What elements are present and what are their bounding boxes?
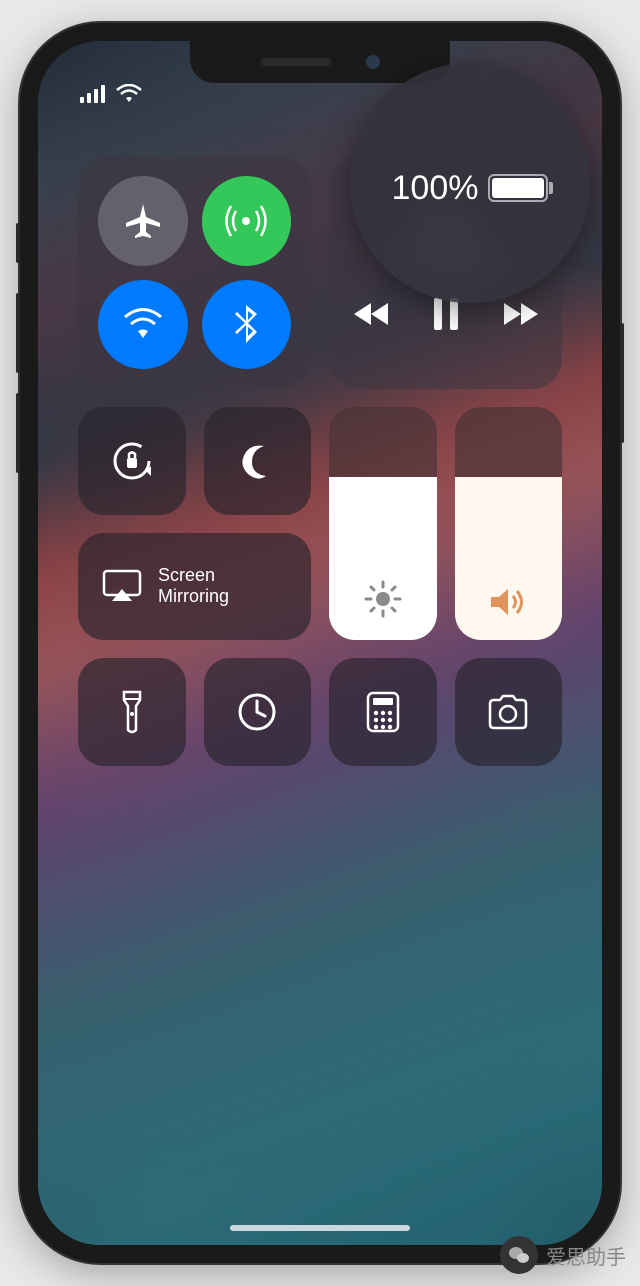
timer-button[interactable] [204,658,312,766]
brightness-icon [364,580,402,618]
battery-icon [488,174,548,202]
notch [190,41,450,83]
screen-mirroring-label-2: Mirroring [158,586,229,608]
previous-track-button[interactable] [354,301,390,327]
bluetooth-icon [233,303,259,345]
battery-percent-text: 100% [392,169,479,208]
connectivity-group[interactable] [78,156,311,389]
orientation-lock-icon [109,438,155,484]
orientation-lock-toggle[interactable] [78,407,186,515]
wechat-icon [500,1236,538,1274]
moon-icon [238,442,276,480]
airplay-icon [102,569,142,603]
volume-icon [489,586,527,618]
airplane-mode-toggle[interactable] [98,176,188,266]
camera-button[interactable] [455,658,563,766]
signal-icon [80,85,108,103]
brightness-slider[interactable] [329,407,437,640]
wifi-icon [121,306,165,342]
airplane-icon [122,200,164,242]
camera-icon [486,694,530,730]
home-indicator[interactable] [230,1225,410,1231]
watermark: 爱思助手 [500,1236,626,1274]
watermark-text: 爱思助手 [546,1241,626,1270]
flashlight-button[interactable] [78,658,186,766]
calculator-button[interactable] [329,658,437,766]
screen: 100% 100% [38,41,602,1245]
timer-icon [236,691,278,733]
cellular-antenna-icon [224,199,268,243]
wifi-toggle[interactable] [98,280,188,370]
calculator-icon [366,691,400,733]
battery-magnified-callout: 100% [350,63,590,303]
volume-slider[interactable] [455,407,563,640]
do-not-disturb-toggle[interactable] [204,407,312,515]
screen-mirroring-label-1: Screen [158,565,229,587]
flashlight-icon [120,690,144,734]
play-pause-button[interactable] [432,298,460,330]
cellular-data-toggle[interactable] [202,176,292,266]
bluetooth-toggle[interactable] [202,280,292,370]
next-track-button[interactable] [502,301,538,327]
phone-frame: 100% 100% [20,23,620,1263]
screen-mirroring-button[interactable]: Screen Mirroring [78,533,311,641]
wifi-icon [116,84,142,104]
